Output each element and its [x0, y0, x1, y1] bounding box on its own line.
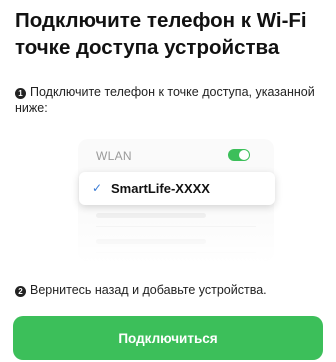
step-2-instruction: 2 Вернитесь назад и добавьте устройства. — [15, 282, 330, 298]
checkmark-icon: ✓ — [92, 181, 103, 195]
step-1-text: Подключите телефон к точке доступа, указ… — [15, 85, 315, 115]
placeholder-divider — [96, 226, 256, 227]
wlan-row: WLAN — [78, 139, 274, 173]
step-1-instruction: 1 Подключите телефон к точке доступа, ука… — [15, 84, 330, 116]
placeholder-divider — [96, 252, 256, 253]
step-number-badge: 2 — [15, 286, 26, 297]
toggle-knob — [239, 150, 249, 160]
placeholder-network-line — [96, 213, 206, 218]
connect-button[interactable]: Подключиться — [13, 316, 323, 360]
step-2-text: Вернитесь назад и добавьте устройства. — [30, 283, 267, 297]
selected-network-card: ✓ SmartLife-XXXX — [79, 172, 275, 205]
network-name: SmartLife-XXXX — [111, 181, 210, 196]
step-number-badge: 1 — [15, 88, 26, 99]
wlan-toggle — [228, 149, 250, 161]
placeholder-network-line — [96, 239, 206, 244]
wlan-label: WLAN — [96, 149, 132, 163]
page-title: Подключите телефон к Wi-Fi точке доступа… — [15, 9, 307, 59]
